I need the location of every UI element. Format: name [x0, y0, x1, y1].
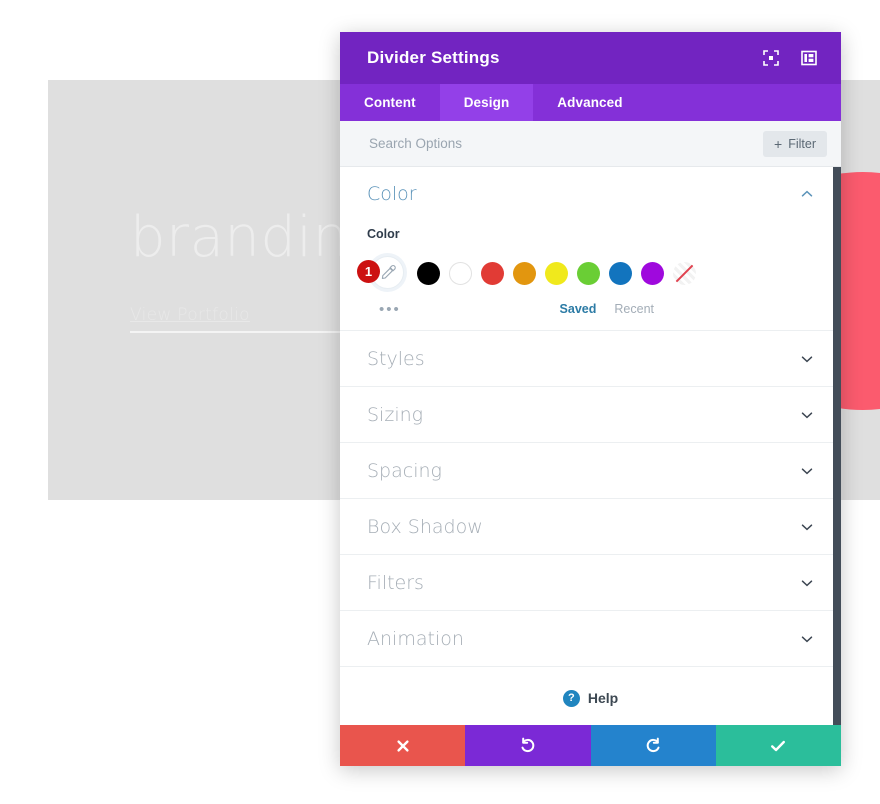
scrollbar-thumb[interactable]: [833, 167, 841, 725]
section-color-header[interactable]: Color: [367, 167, 814, 221]
chevron-down-icon[interactable]: [800, 352, 814, 366]
chevron-up-icon[interactable]: [800, 187, 814, 201]
chevron-down-icon[interactable]: [800, 408, 814, 422]
help-label: Help: [587, 690, 619, 706]
swatch-transparent[interactable]: [673, 261, 696, 285]
section-spacing-title: Spacing: [367, 459, 442, 482]
tab-design[interactable]: Design: [439, 84, 534, 121]
modal-footer: [340, 725, 841, 766]
chevron-down-icon[interactable]: [800, 464, 814, 478]
filter-button-label: Filter: [788, 136, 816, 151]
section-animation-title: Animation: [367, 627, 464, 650]
scrollbar-track[interactable]: [833, 167, 841, 725]
section-sizing-title: Sizing: [367, 403, 424, 426]
help-row[interactable]: ? Help: [340, 667, 841, 725]
modal-header: Divider Settings: [340, 32, 841, 84]
tab-content[interactable]: Content: [340, 84, 440, 121]
swatch-yellow[interactable]: [545, 261, 568, 285]
color-swatch-row: 1: [357, 254, 814, 292]
color-picker-control[interactable]: 1: [357, 254, 407, 292]
search-input[interactable]: [367, 135, 764, 152]
section-styles-title: Styles: [367, 347, 425, 370]
swatch-orange[interactable]: [513, 261, 536, 285]
filter-button[interactable]: + Filter: [763, 130, 827, 157]
swatch-white[interactable]: [449, 261, 472, 285]
plus-icon: +: [774, 135, 783, 152]
question-mark-icon: ?: [562, 689, 580, 707]
layout-panel-icon[interactable]: [797, 46, 821, 70]
cross-icon: [395, 738, 411, 754]
modal-title: Divider Settings: [367, 48, 500, 67]
section-color-title: Color: [367, 183, 417, 205]
divider-settings-modal: Divider Settings Content Design Advanced: [340, 32, 841, 766]
chevron-down-icon[interactable]: [800, 632, 814, 646]
more-options-icon[interactable]: •••: [379, 302, 401, 317]
palette-tab-saved[interactable]: Saved: [560, 302, 597, 316]
settings-scroll-area: Color Color 1 ••• Saved Recent Styles Si…: [340, 167, 841, 725]
cancel-button[interactable]: [340, 725, 466, 766]
redo-icon: [644, 737, 662, 755]
color-count-badge: 1: [357, 260, 380, 283]
save-button[interactable]: [715, 725, 841, 766]
swatch-purple[interactable]: [641, 261, 664, 285]
swatch-red[interactable]: [481, 261, 504, 285]
undo-icon: [519, 737, 537, 755]
section-color: Color Color 1 ••• Saved Recent: [340, 167, 841, 331]
search-options-row: + Filter: [340, 121, 841, 167]
expand-icon[interactable]: [759, 46, 783, 70]
chevron-down-icon[interactable]: [800, 520, 814, 534]
palette-tab-recent[interactable]: Recent: [614, 302, 654, 316]
section-animation[interactable]: Animation: [340, 611, 841, 667]
section-filters[interactable]: Filters: [340, 555, 841, 611]
chevron-down-icon[interactable]: [800, 576, 814, 590]
redo-button[interactable]: [590, 725, 716, 766]
tab-advanced[interactable]: Advanced: [533, 84, 646, 121]
modal-tab-bar: Content Design Advanced: [340, 84, 841, 121]
palette-tab-group: Saved Recent: [560, 302, 814, 316]
color-field-label: Color: [367, 227, 400, 241]
swatch-green[interactable]: [577, 261, 600, 285]
section-styles[interactable]: Styles: [340, 331, 841, 387]
swatch-black[interactable]: [417, 261, 440, 285]
view-portfolio-link[interactable]: View Portfolio: [130, 305, 250, 325]
swatch-blue[interactable]: [609, 261, 632, 285]
swatch-meta-row: ••• Saved Recent: [367, 292, 814, 330]
section-sizing[interactable]: Sizing: [340, 387, 841, 443]
section-box-shadow-title: Box Shadow: [367, 515, 483, 538]
section-box-shadow[interactable]: Box Shadow: [340, 499, 841, 555]
undo-button[interactable]: [465, 725, 591, 766]
checkmark-icon: [769, 737, 787, 755]
section-spacing[interactable]: Spacing: [340, 443, 841, 499]
section-filters-title: Filters: [367, 571, 424, 594]
